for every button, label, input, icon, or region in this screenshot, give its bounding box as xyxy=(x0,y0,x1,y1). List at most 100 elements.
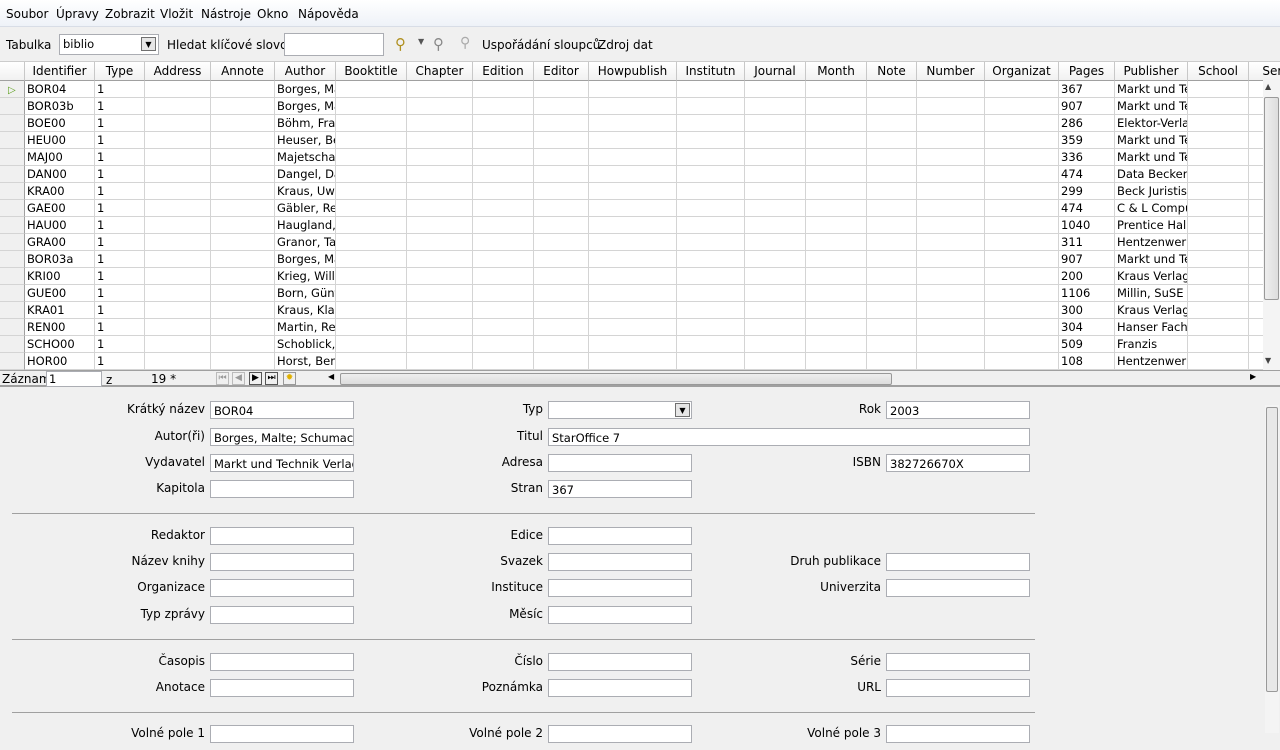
table-cell[interactable] xyxy=(407,115,473,132)
table-cell[interactable]: BOR04 xyxy=(25,81,95,98)
table-cell[interactable] xyxy=(677,149,745,166)
table-cell[interactable]: KRI00 xyxy=(25,268,95,285)
dropdown-arrow-icon[interactable]: ▼ xyxy=(418,37,424,46)
table-cell[interactable] xyxy=(589,149,677,166)
menu-okno[interactable]: Okno xyxy=(257,7,288,21)
rok-field[interactable]: 2003 xyxy=(886,401,1030,419)
table-cell[interactable]: 1106 xyxy=(1059,285,1115,302)
table-cell[interactable] xyxy=(867,183,917,200)
table-cell[interactable]: 1 xyxy=(95,302,145,319)
table-cell[interactable]: Born, Günt xyxy=(275,285,336,302)
table-cell[interactable]: Gäbler, Rer xyxy=(275,200,336,217)
table-cell[interactable] xyxy=(677,251,745,268)
table-cell[interactable]: 1 xyxy=(95,251,145,268)
table-cell[interactable]: Data Becker xyxy=(1115,166,1188,183)
table-cell[interactable] xyxy=(473,251,534,268)
table-cell[interactable] xyxy=(867,81,917,98)
kapitola-field[interactable] xyxy=(210,480,354,498)
table-cell[interactable] xyxy=(407,302,473,319)
table-cell[interactable] xyxy=(745,200,806,217)
column-header-seri[interactable]: Seri xyxy=(1249,62,1280,81)
table-cell[interactable] xyxy=(211,285,275,302)
column-header-edition[interactable]: Edition xyxy=(473,62,534,81)
table-cell[interactable] xyxy=(867,166,917,183)
table-cell[interactable] xyxy=(407,81,473,98)
typ-field[interactable]: ▼ xyxy=(548,401,692,419)
table-cell[interactable] xyxy=(1188,353,1249,370)
table-cell[interactable] xyxy=(534,183,589,200)
table-cell[interactable]: Kraus Verlag xyxy=(1115,268,1188,285)
table-cell[interactable] xyxy=(473,336,534,353)
table-cell[interactable]: Markt und Te xyxy=(1115,149,1188,166)
table-cell[interactable]: 200 xyxy=(1059,268,1115,285)
column-header-howpublish[interactable]: Howpublish xyxy=(589,62,677,81)
table-cell[interactable] xyxy=(745,115,806,132)
table-cell[interactable] xyxy=(917,217,985,234)
table-cell[interactable] xyxy=(806,353,867,370)
table-cell[interactable]: 1 xyxy=(95,285,145,302)
table-cell[interactable] xyxy=(917,302,985,319)
svazek-field[interactable] xyxy=(548,553,692,571)
table-cell[interactable] xyxy=(985,251,1059,268)
table-cell[interactable]: 311 xyxy=(1059,234,1115,251)
table-cell[interactable] xyxy=(145,353,211,370)
column-arrangement-button[interactable]: Uspořádání sloupců xyxy=(482,38,600,52)
table-cell[interactable] xyxy=(589,353,677,370)
table-cell[interactable] xyxy=(145,183,211,200)
table-cell[interactable] xyxy=(806,268,867,285)
table-cell[interactable] xyxy=(145,115,211,132)
volne2-field[interactable] xyxy=(548,725,692,743)
table-cell[interactable] xyxy=(336,166,407,183)
table-cell[interactable] xyxy=(867,353,917,370)
table-cell[interactable] xyxy=(211,115,275,132)
table-cell[interactable]: Kraus, Uwe xyxy=(275,183,336,200)
table-cell[interactable]: Borges, Ma xyxy=(275,251,336,268)
table-cell[interactable]: DAN00 xyxy=(25,166,95,183)
table-cell[interactable]: Dangel, Da xyxy=(275,166,336,183)
table-cell[interactable] xyxy=(1188,200,1249,217)
nazev-knihy-field[interactable] xyxy=(210,553,354,571)
table-cell[interactable] xyxy=(145,302,211,319)
table-cell[interactable] xyxy=(211,81,275,98)
table-cell[interactable]: 300 xyxy=(1059,302,1115,319)
table-cell[interactable] xyxy=(745,166,806,183)
form-scrollbar[interactable] xyxy=(1265,405,1279,733)
table-cell[interactable] xyxy=(336,336,407,353)
table-cell[interactable]: 1 xyxy=(95,98,145,115)
table-cell[interactable]: Beck Juristisc xyxy=(1115,183,1188,200)
table-cell[interactable] xyxy=(806,251,867,268)
table-cell[interactable]: 1 xyxy=(95,132,145,149)
table-cell[interactable] xyxy=(867,251,917,268)
table-cell[interactable] xyxy=(985,302,1059,319)
table-cell[interactable] xyxy=(589,285,677,302)
volne3-field[interactable] xyxy=(886,725,1030,743)
isbn-field[interactable]: 382726670X xyxy=(886,454,1030,472)
volne1-field[interactable] xyxy=(210,725,354,743)
new-record-icon[interactable]: ✹ xyxy=(283,372,296,385)
table-cell[interactable] xyxy=(589,336,677,353)
table-cell[interactable] xyxy=(145,166,211,183)
table-cell[interactable] xyxy=(1188,336,1249,353)
menu-upravy[interactable]: Úpravy xyxy=(56,7,99,21)
table-cell[interactable]: 367 xyxy=(1059,81,1115,98)
table-cell[interactable]: Horst, Ben xyxy=(275,353,336,370)
table-cell[interactable] xyxy=(917,132,985,149)
table-cell[interactable] xyxy=(589,268,677,285)
table-cell[interactable] xyxy=(917,251,985,268)
table-cell[interactable] xyxy=(745,98,806,115)
table-cell[interactable]: REN00 xyxy=(25,319,95,336)
mesic-field[interactable] xyxy=(548,606,692,624)
table-cell[interactable] xyxy=(806,200,867,217)
table-cell[interactable] xyxy=(1188,98,1249,115)
column-header-editor[interactable]: Editor xyxy=(534,62,589,81)
table-cell[interactable]: 1 xyxy=(95,149,145,166)
table-cell[interactable] xyxy=(473,149,534,166)
table-cell[interactable]: Franzis xyxy=(1115,336,1188,353)
table-cell[interactable] xyxy=(677,285,745,302)
table-cell[interactable] xyxy=(677,319,745,336)
table-cell[interactable] xyxy=(1188,166,1249,183)
table-cell[interactable] xyxy=(211,98,275,115)
table-cell[interactable] xyxy=(534,132,589,149)
row-header[interactable] xyxy=(0,251,25,268)
table-cell[interactable] xyxy=(677,98,745,115)
